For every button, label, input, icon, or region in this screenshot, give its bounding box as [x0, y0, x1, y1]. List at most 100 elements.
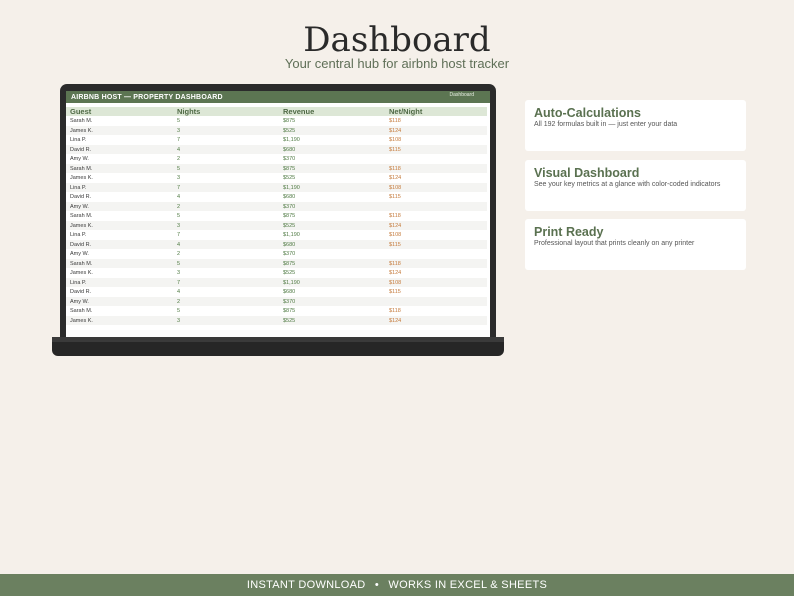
cell-guest: Amy W.	[70, 203, 89, 210]
column-header-nights: Nights	[177, 107, 201, 116]
cell-nights: 7	[177, 184, 181, 191]
sheet-title: AIRBNB HOST — PROPERTY DASHBOARD	[71, 94, 223, 101]
column-header-revenue: Revenue	[283, 107, 315, 116]
cell-revenue: $680	[283, 241, 296, 248]
table-row: James K. 3 $525 $124	[66, 315, 487, 325]
cell-guest: Amy W.	[70, 156, 89, 162]
cell-nights: 3	[177, 317, 181, 324]
cell-revenue: $875	[283, 213, 296, 219]
table-row: Amy W. 2 $370	[66, 154, 487, 164]
feature-card-print-ready: Print Ready Professional layout that pri…	[525, 219, 746, 270]
cell-guest: Sarah M.	[70, 213, 93, 219]
cell-revenue: $875	[283, 260, 296, 267]
table-row: Sarah M. 5 $875 $118	[66, 258, 487, 268]
cell-guest: David R.	[70, 194, 92, 200]
cell-net-night: $115	[389, 194, 401, 200]
cell-guest: David R.	[70, 289, 92, 295]
cell-nights: 4	[177, 194, 181, 200]
cell-net-night: $115	[389, 241, 401, 248]
column-header-row: Guest Nights Revenue Net/Night	[66, 107, 487, 116]
table-row: Sarah M. 5 $875 $118	[66, 211, 487, 221]
cell-revenue: $370	[283, 251, 296, 257]
cell-net-night: $124	[389, 270, 402, 276]
cell-nights: 5	[177, 118, 181, 124]
cell-guest: James K.	[70, 222, 93, 229]
spreadsheet-preview: AIRBNB HOST — PROPERTY DASHBOARD Dashboa…	[66, 91, 490, 337]
cell-nights: 3	[177, 127, 181, 134]
cell-revenue: $525	[283, 127, 296, 134]
cell-guest: David R.	[70, 241, 92, 248]
cell-guest: Amy W.	[70, 298, 89, 305]
cell-net-night: $124	[389, 175, 402, 181]
cell-nights: 2	[177, 251, 181, 257]
feature-title: Visual Dashboard	[534, 166, 640, 180]
cell-nights: 3	[177, 270, 181, 276]
cell-guest: James K.	[70, 175, 93, 181]
cell-guest: David R.	[70, 146, 92, 153]
cell-revenue: $680	[283, 289, 296, 295]
table-row: James K. 3 $525 $124	[66, 173, 487, 183]
cell-revenue: $1,190	[283, 184, 300, 191]
column-header-net-night: Net/Night	[389, 107, 423, 116]
cell-revenue: $370	[283, 156, 296, 162]
table-row: Amy W. 2 $370	[66, 249, 487, 259]
cell-revenue: $680	[283, 146, 296, 153]
cell-net-night: $118	[389, 118, 401, 124]
table-row: Sarah M. 5 $875 $118	[66, 116, 487, 126]
cell-net-night: $124	[389, 222, 402, 229]
cell-net-night: $115	[389, 146, 401, 153]
cell-revenue: $875	[283, 165, 296, 172]
cell-revenue: $370	[283, 298, 296, 305]
cell-guest: James K.	[70, 127, 93, 134]
cell-nights: 7	[177, 137, 181, 143]
cell-revenue: $1,190	[283, 279, 300, 286]
cell-revenue: $875	[283, 118, 296, 124]
table-row: David R. 4 $680 $115	[66, 287, 487, 297]
feature-card-visual-dashboard: Visual Dashboard See your key metrics at…	[525, 160, 746, 211]
footer-works-in-excel: WORKS IN EXCEL & SHEETS	[388, 579, 548, 591]
feature-description: All 192 formulas built in — just enter y…	[534, 121, 678, 128]
cell-net-night: $108	[389, 232, 402, 238]
cell-guest: Lina P.	[70, 184, 87, 191]
cell-net-night: $118	[389, 308, 401, 314]
cell-nights: 3	[177, 222, 181, 229]
cell-guest: Sarah M.	[70, 118, 93, 124]
cell-nights: 2	[177, 298, 181, 305]
cell-net-night: $124	[389, 317, 402, 324]
cell-guest: Lina P.	[70, 232, 87, 238]
cell-nights: 5	[177, 165, 181, 172]
table-row: Sarah M. 5 $875 $118	[66, 163, 487, 173]
cell-nights: 4	[177, 241, 181, 248]
sheet-tab-dashboard[interactable]: Dashboard	[450, 91, 474, 99]
table-row: Lina P. 7 $1,190 $108	[66, 135, 487, 145]
cell-revenue: $525	[283, 222, 296, 229]
cell-revenue: $680	[283, 194, 296, 200]
cell-guest: James K.	[70, 317, 93, 324]
cell-nights: 3	[177, 175, 181, 181]
laptop-base	[52, 337, 504, 356]
cell-revenue: $1,190	[283, 232, 300, 238]
table-row: David R. 4 $680 $115	[66, 239, 487, 249]
cell-guest: Lina P.	[70, 279, 87, 286]
cell-net-night: $118	[389, 213, 401, 219]
cell-nights: 2	[177, 203, 181, 210]
table-row: Amy W. 2 $370	[66, 201, 487, 211]
cell-revenue: $525	[283, 270, 296, 276]
table-row: Lina P. 7 $1,190 $108	[66, 230, 487, 240]
cell-nights: 5	[177, 260, 181, 267]
footer-banner: INSTANT DOWNLOAD • WORKS IN EXCEL & SHEE…	[0, 574, 794, 596]
cell-guest: Lina P.	[70, 137, 87, 143]
table-row: David R. 4 $680 $115	[66, 192, 487, 202]
cell-nights: 7	[177, 232, 181, 238]
cell-net-night: $118	[389, 260, 401, 267]
feature-title: Auto-Calculations	[534, 106, 641, 120]
column-header-guest: Guest	[70, 107, 92, 116]
table-row: James K. 3 $525 $124	[66, 125, 487, 135]
cell-nights: 2	[177, 156, 181, 162]
feature-description: Professional layout that prints cleanly …	[534, 240, 695, 247]
cell-revenue: $1,190	[283, 137, 300, 143]
cell-net-night: $108	[389, 137, 402, 143]
page-title: Dashboard	[303, 20, 491, 60]
footer-instant-download: INSTANT DOWNLOAD	[246, 579, 366, 591]
cell-net-night: $124	[389, 127, 402, 134]
